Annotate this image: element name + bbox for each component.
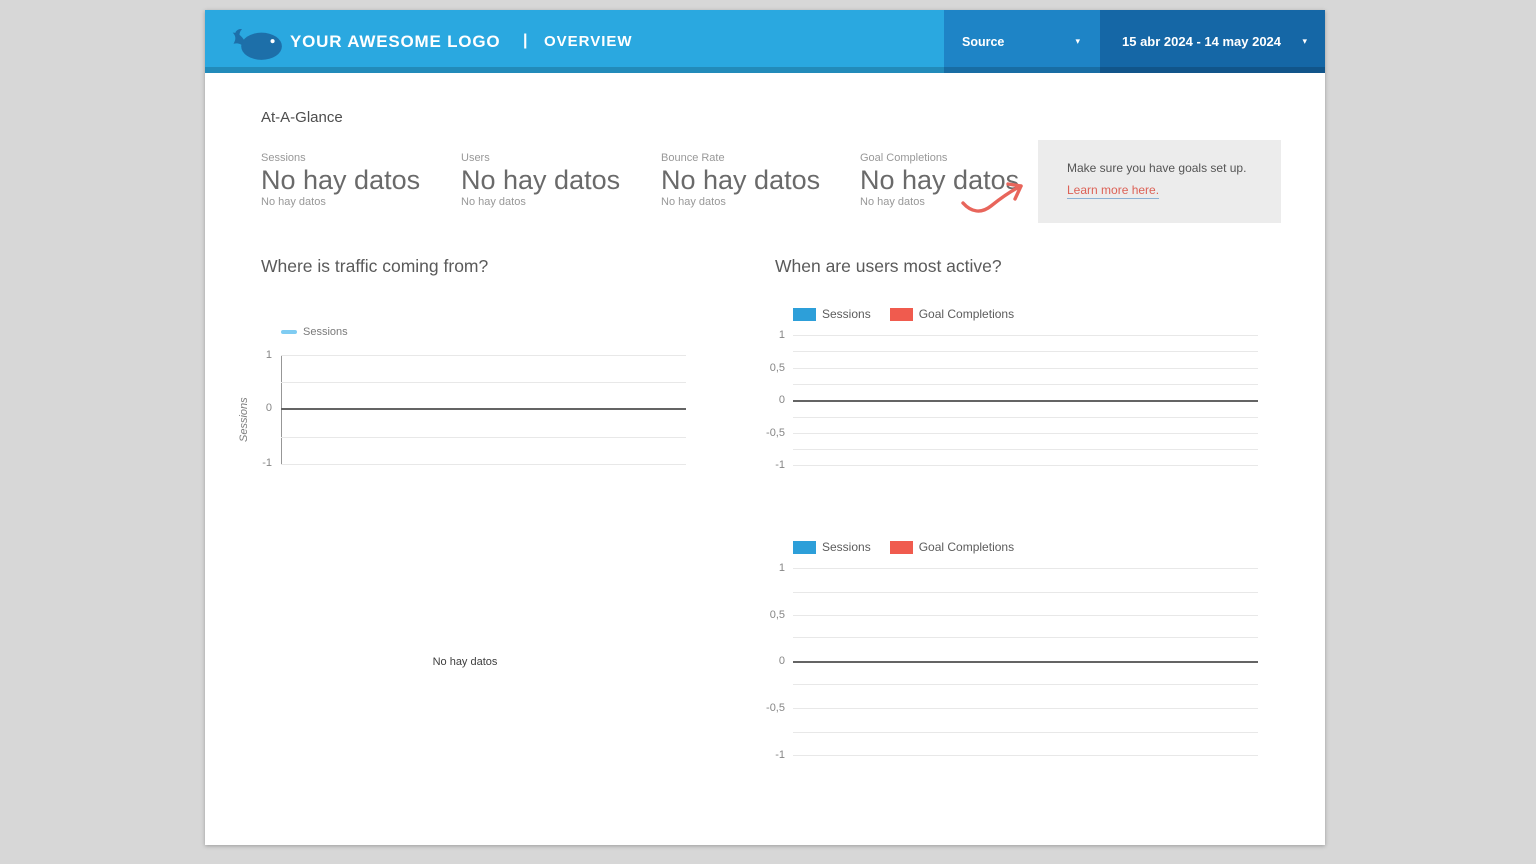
y-axis-line <box>281 355 282 465</box>
y-tick-label: 0 <box>778 394 785 406</box>
y-tick-label: 1 <box>778 329 785 341</box>
gridline <box>793 568 1258 569</box>
gridline <box>793 384 1258 385</box>
goals-note-message: Make sure you have goals set up. <box>1067 161 1247 175</box>
legend-swatch-goal-completions <box>889 307 913 321</box>
gridline <box>793 368 1258 369</box>
gridline <box>281 464 686 465</box>
zero-axis-line <box>793 400 1258 402</box>
legend-label: Goal Completions <box>918 307 1015 321</box>
metric-subvalue: No hay datos <box>661 196 726 208</box>
date-range-picker[interactable]: 15 abr 2024 - 14 may 2024 ▾ <box>1100 10 1325 73</box>
no-data-label: No hay datos <box>432 656 498 668</box>
at-a-glance-title: At-A-Glance <box>261 109 343 126</box>
gridline <box>793 351 1258 352</box>
traffic-chart-title: Where is traffic coming from? <box>261 256 489 276</box>
traffic-legend-item-sessions: Sessions <box>281 326 348 338</box>
gridline <box>793 637 1258 638</box>
y-tick-label: 0 <box>778 655 785 667</box>
header-separator: | <box>523 32 528 49</box>
metric-subvalue: No hay datos <box>461 196 526 208</box>
zero-axis-line <box>281 408 686 410</box>
y-tick-label: -0,5 <box>766 427 785 439</box>
source-filter-dropdown[interactable]: Source ▾ <box>944 10 1100 73</box>
activity-bottom-legend: Sessions Goal Completions <box>793 540 1014 554</box>
legend-label: Sessions <box>822 307 871 321</box>
metric-value: No hay datos <box>661 165 821 195</box>
learn-more-link[interactable]: Learn more here. <box>1067 183 1160 199</box>
page-title: OVERVIEW <box>544 33 633 50</box>
gridline <box>281 382 686 383</box>
y-tick-label: 0,5 <box>769 609 785 621</box>
y-tick-label: 0 <box>265 402 272 414</box>
report-page: YOUR AWESOME LOGO | OVERVIEW Source ▾ 15… <box>205 10 1325 845</box>
gridline <box>281 437 686 438</box>
legend-swatch-sessions <box>793 307 816 321</box>
gridline <box>793 465 1258 466</box>
header-bar: YOUR AWESOME LOGO | OVERVIEW Source ▾ 15… <box>205 10 1325 73</box>
legend-label: Sessions <box>303 326 348 338</box>
legend-label: Sessions <box>822 540 871 554</box>
gridline <box>793 335 1258 336</box>
legend-swatch-goal-completions <box>889 540 913 554</box>
gridline <box>793 592 1258 593</box>
goals-note-box: Make sure you have goals set up. Learn m… <box>1038 140 1281 223</box>
gridline <box>793 732 1258 733</box>
whale-logo-icon <box>232 28 282 60</box>
legend-label: Goal Completions <box>918 540 1015 554</box>
y-tick-label: 1 <box>265 349 272 361</box>
metric-sessions: Sessions No hay datos No hay datos <box>261 152 451 208</box>
metric-bounce-rate: Bounce Rate No hay datos No hay datos <box>661 152 851 208</box>
metric-label: Users <box>461 152 490 164</box>
zero-axis-line <box>793 661 1258 663</box>
hand-drawn-arrow-icon <box>961 182 1023 213</box>
gridline <box>793 708 1258 709</box>
gridline <box>281 355 686 356</box>
y-tick-label: -1 <box>775 459 785 471</box>
activity-top-legend: Sessions Goal Completions <box>793 307 1014 321</box>
gridline <box>793 433 1258 434</box>
legend-swatch-sessions <box>281 330 297 334</box>
y-tick-label: -1 <box>775 749 785 761</box>
date-range-value: 15 abr 2024 - 14 may 2024 <box>1122 34 1282 49</box>
metric-label: Bounce Rate <box>661 152 725 164</box>
activity-chart-title: When are users most active? <box>775 256 1002 276</box>
gridline <box>793 615 1258 616</box>
gridline <box>793 684 1258 685</box>
chevron-down-icon: ▾ <box>1302 36 1307 46</box>
metric-label: Goal Completions <box>860 152 948 164</box>
y-axis-title: Sessions <box>238 397 250 443</box>
logo-text: YOUR AWESOME LOGO <box>290 32 501 51</box>
y-tick-label: 0,5 <box>769 362 785 374</box>
metric-value: No hay datos <box>261 165 421 195</box>
metric-subvalue: No hay datos <box>261 196 326 208</box>
gridline <box>793 449 1258 450</box>
metric-label: Sessions <box>261 152 306 164</box>
metric-value: No hay datos <box>461 165 621 195</box>
source-filter-label: Source <box>962 34 1005 49</box>
y-tick-label: -1 <box>262 457 272 469</box>
gridline <box>793 417 1258 418</box>
metric-users: Users No hay datos No hay datos <box>461 152 651 208</box>
y-tick-label: 1 <box>778 562 785 574</box>
legend-swatch-sessions <box>793 540 816 554</box>
chevron-down-icon: ▾ <box>1075 36 1080 46</box>
gridline <box>793 755 1258 756</box>
y-tick-label: -0,5 <box>766 702 785 714</box>
